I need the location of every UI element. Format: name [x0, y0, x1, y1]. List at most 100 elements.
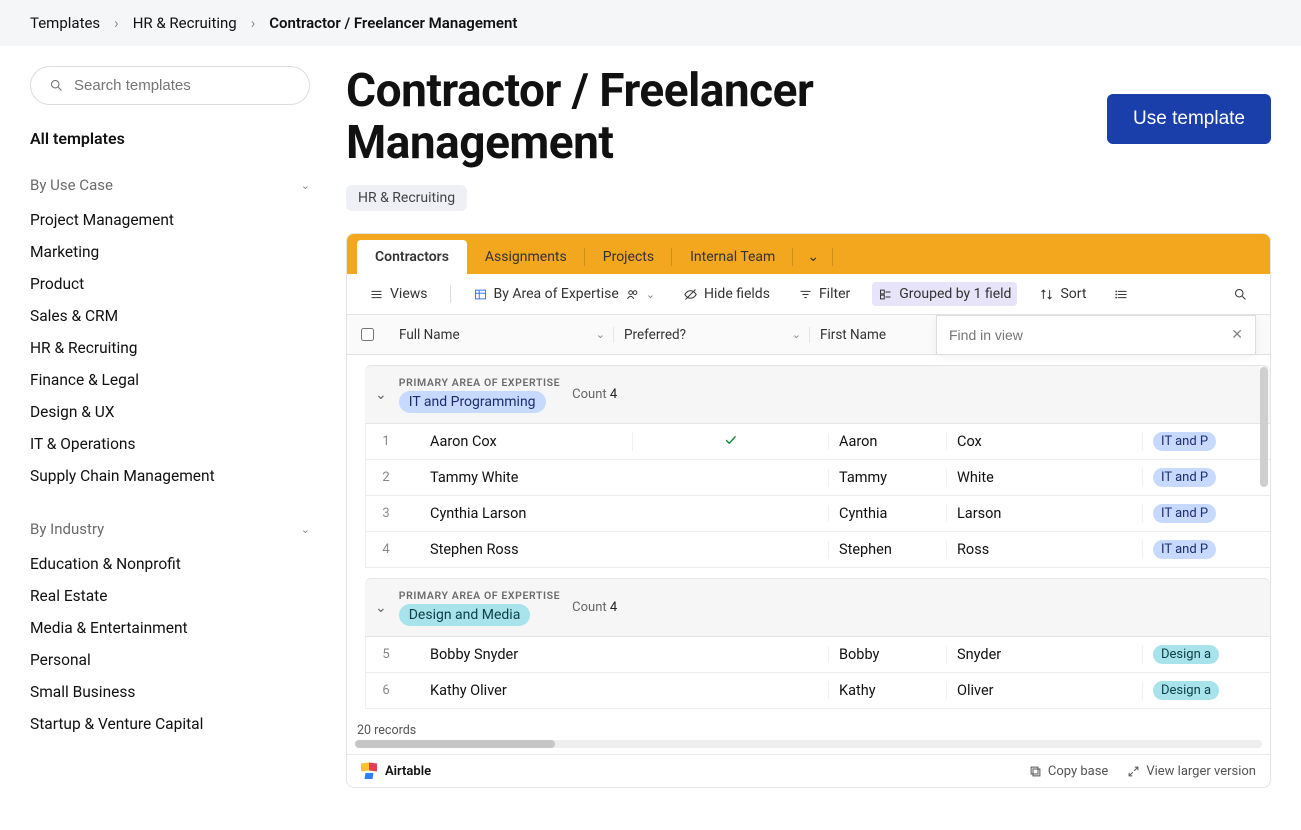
- sidebar-item[interactable]: Media & Entertainment: [30, 612, 310, 644]
- sidebar-item[interactable]: IT & Operations: [30, 428, 310, 460]
- cell-last-name[interactable]: Larson: [946, 505, 1142, 522]
- sidebar-item[interactable]: Product: [30, 268, 310, 300]
- cell-first-name[interactable]: Bobby: [828, 646, 946, 663]
- sidebar-item[interactable]: Startup & Venture Capital: [30, 708, 310, 740]
- current-view-label: By Area of Expertise: [494, 286, 619, 302]
- select-all-checkbox[interactable]: [361, 328, 374, 341]
- row-number: 3: [366, 506, 406, 521]
- tab-contractors[interactable]: Contractors: [357, 240, 467, 274]
- sidebar-item[interactable]: Finance & Legal: [30, 364, 310, 396]
- records-count: 20 records: [347, 719, 1270, 738]
- col-full-name[interactable]: Full Name ⌄: [387, 327, 613, 343]
- grid: Full Name ⌄ Preferred? ⌄ First Name A: [347, 315, 1270, 754]
- search-input[interactable]: [74, 77, 291, 94]
- chevron-down-icon: ⌄: [807, 249, 819, 265]
- area-tag: Design a: [1153, 681, 1219, 700]
- col-preferred[interactable]: Preferred? ⌄: [613, 327, 809, 343]
- cell-last-name[interactable]: White: [946, 469, 1142, 486]
- cell-area[interactable]: IT and P: [1142, 540, 1270, 559]
- table-row[interactable]: 6Kathy OliverKathyOliverDesign a: [365, 673, 1270, 709]
- sidebar-item[interactable]: Small Business: [30, 676, 310, 708]
- sort-button[interactable]: Sort: [1033, 282, 1092, 306]
- section-label: By Industry: [30, 520, 104, 538]
- cell-area[interactable]: Design a: [1142, 645, 1270, 664]
- search-view-button[interactable]: [1227, 283, 1254, 306]
- chevron-down-icon: ⌄: [375, 387, 387, 403]
- sidebar-item[interactable]: Education & Nonprofit: [30, 548, 310, 580]
- col-label: Full Name: [399, 327, 460, 343]
- table-row[interactable]: 3Cynthia Larson CynthiaLarsonIT and P: [365, 496, 1270, 532]
- section-industry[interactable]: By Industry ⌄: [30, 520, 310, 538]
- views-button[interactable]: Views: [363, 282, 434, 306]
- section-use-case[interactable]: By Use Case ⌄: [30, 176, 310, 194]
- cell-first-name[interactable]: Stephen: [828, 541, 946, 558]
- breadcrumb-templates[interactable]: Templates: [30, 14, 100, 32]
- cell-last-name[interactable]: Ross: [946, 541, 1142, 558]
- tab-assignments[interactable]: Assignments: [467, 240, 585, 274]
- table-row[interactable]: 5Bobby SnyderBobbySnyderDesign a: [365, 637, 1270, 673]
- table-row[interactable]: 1Aaron CoxAaronCoxIT and P: [365, 424, 1270, 460]
- copy-base-button[interactable]: Copy base: [1028, 764, 1108, 779]
- tab-projects[interactable]: Projects: [585, 240, 672, 274]
- sidebar-item[interactable]: Project Management: [30, 204, 310, 236]
- find-input[interactable]: [949, 327, 1221, 343]
- use-template-button[interactable]: Use template: [1107, 94, 1271, 144]
- cell-area[interactable]: IT and P: [1142, 468, 1270, 487]
- grouped-button[interactable]: Grouped by 1 field: [872, 282, 1017, 306]
- table-row[interactable]: 2Tammy WhiteTammyWhiteIT and P: [365, 460, 1270, 496]
- cell-preferred[interactable]: [632, 432, 828, 451]
- search-templates[interactable]: [30, 66, 310, 105]
- tab-more[interactable]: ⌄: [793, 240, 833, 274]
- table-row[interactable]: 4Stephen RossStephenRossIT and P: [365, 532, 1270, 568]
- cell-area[interactable]: IT and P: [1142, 504, 1270, 523]
- scrollbar[interactable]: [1260, 367, 1268, 487]
- group-field-label: PRIMARY AREA OF EXPERTISE: [399, 376, 560, 389]
- cell-area[interactable]: Design a: [1142, 681, 1270, 700]
- view-larger-button[interactable]: View larger version: [1126, 764, 1256, 779]
- cell-first-name[interactable]: Cynthia: [828, 505, 946, 522]
- col-first-name[interactable]: First Name: [809, 327, 927, 343]
- sidebar: All templates By Use Case ⌄ Project Mana…: [30, 66, 310, 788]
- breadcrumb-hr[interactable]: HR & Recruiting: [133, 14, 237, 32]
- current-view-button[interactable]: By Area of Expertise ⌄: [467, 282, 662, 306]
- cell-first-name[interactable]: Aaron: [828, 433, 946, 450]
- group-header-design[interactable]: ⌄ PRIMARY AREA OF EXPERTISE Design and M…: [365, 578, 1270, 637]
- cell-full-name[interactable]: Cynthia Larson: [406, 505, 632, 522]
- more-options-button[interactable]: [1108, 283, 1135, 306]
- hide-fields-button[interactable]: Hide fields: [677, 282, 776, 306]
- area-tag: IT and P: [1153, 540, 1216, 559]
- expand-icon: [1126, 764, 1141, 779]
- cell-full-name[interactable]: Kathy Oliver: [406, 682, 632, 699]
- sidebar-item[interactable]: Sales & CRM: [30, 300, 310, 332]
- cell-first-name[interactable]: Kathy: [828, 682, 946, 699]
- tab-internal-team[interactable]: Internal Team: [672, 240, 793, 274]
- group-count: Count 4: [572, 600, 617, 615]
- cell-first-name[interactable]: Tammy: [828, 469, 946, 486]
- area-tag: Design a: [1153, 645, 1219, 664]
- chevron-down-icon: ⌄: [375, 600, 387, 616]
- sidebar-item[interactable]: Marketing: [30, 236, 310, 268]
- cell-last-name[interactable]: Cox: [946, 433, 1142, 450]
- category-pill[interactable]: HR & Recruiting: [346, 185, 467, 211]
- sidebar-item[interactable]: Real Estate: [30, 580, 310, 612]
- group-value: IT and Programming: [399, 391, 546, 413]
- cell-full-name[interactable]: Stephen Ross: [406, 541, 632, 558]
- base-embed: Contractors Assignments Projects Interna…: [346, 233, 1271, 788]
- filter-button[interactable]: Filter: [792, 282, 856, 306]
- chevron-down-icon: ⌄: [301, 523, 310, 536]
- sidebar-item[interactable]: Design & UX: [30, 396, 310, 428]
- cell-full-name[interactable]: Bobby Snyder: [406, 646, 632, 663]
- find-in-view[interactable]: ✕: [936, 315, 1256, 355]
- cell-area[interactable]: IT and P: [1142, 432, 1270, 451]
- cell-last-name[interactable]: Snyder: [946, 646, 1142, 663]
- all-templates-link[interactable]: All templates: [30, 129, 310, 148]
- sidebar-item[interactable]: HR & Recruiting: [30, 332, 310, 364]
- sidebar-item[interactable]: Supply Chain Management: [30, 460, 310, 492]
- sidebar-item[interactable]: Personal: [30, 644, 310, 676]
- group-header-it[interactable]: ⌄ PRIMARY AREA OF EXPERTISE IT and Progr…: [365, 365, 1270, 424]
- close-icon[interactable]: ✕: [1231, 327, 1243, 343]
- cell-last-name[interactable]: Oliver: [946, 682, 1142, 699]
- cell-full-name[interactable]: Aaron Cox: [406, 433, 632, 450]
- horizontal-scrollbar[interactable]: [355, 740, 1262, 748]
- cell-full-name[interactable]: Tammy White: [406, 469, 632, 486]
